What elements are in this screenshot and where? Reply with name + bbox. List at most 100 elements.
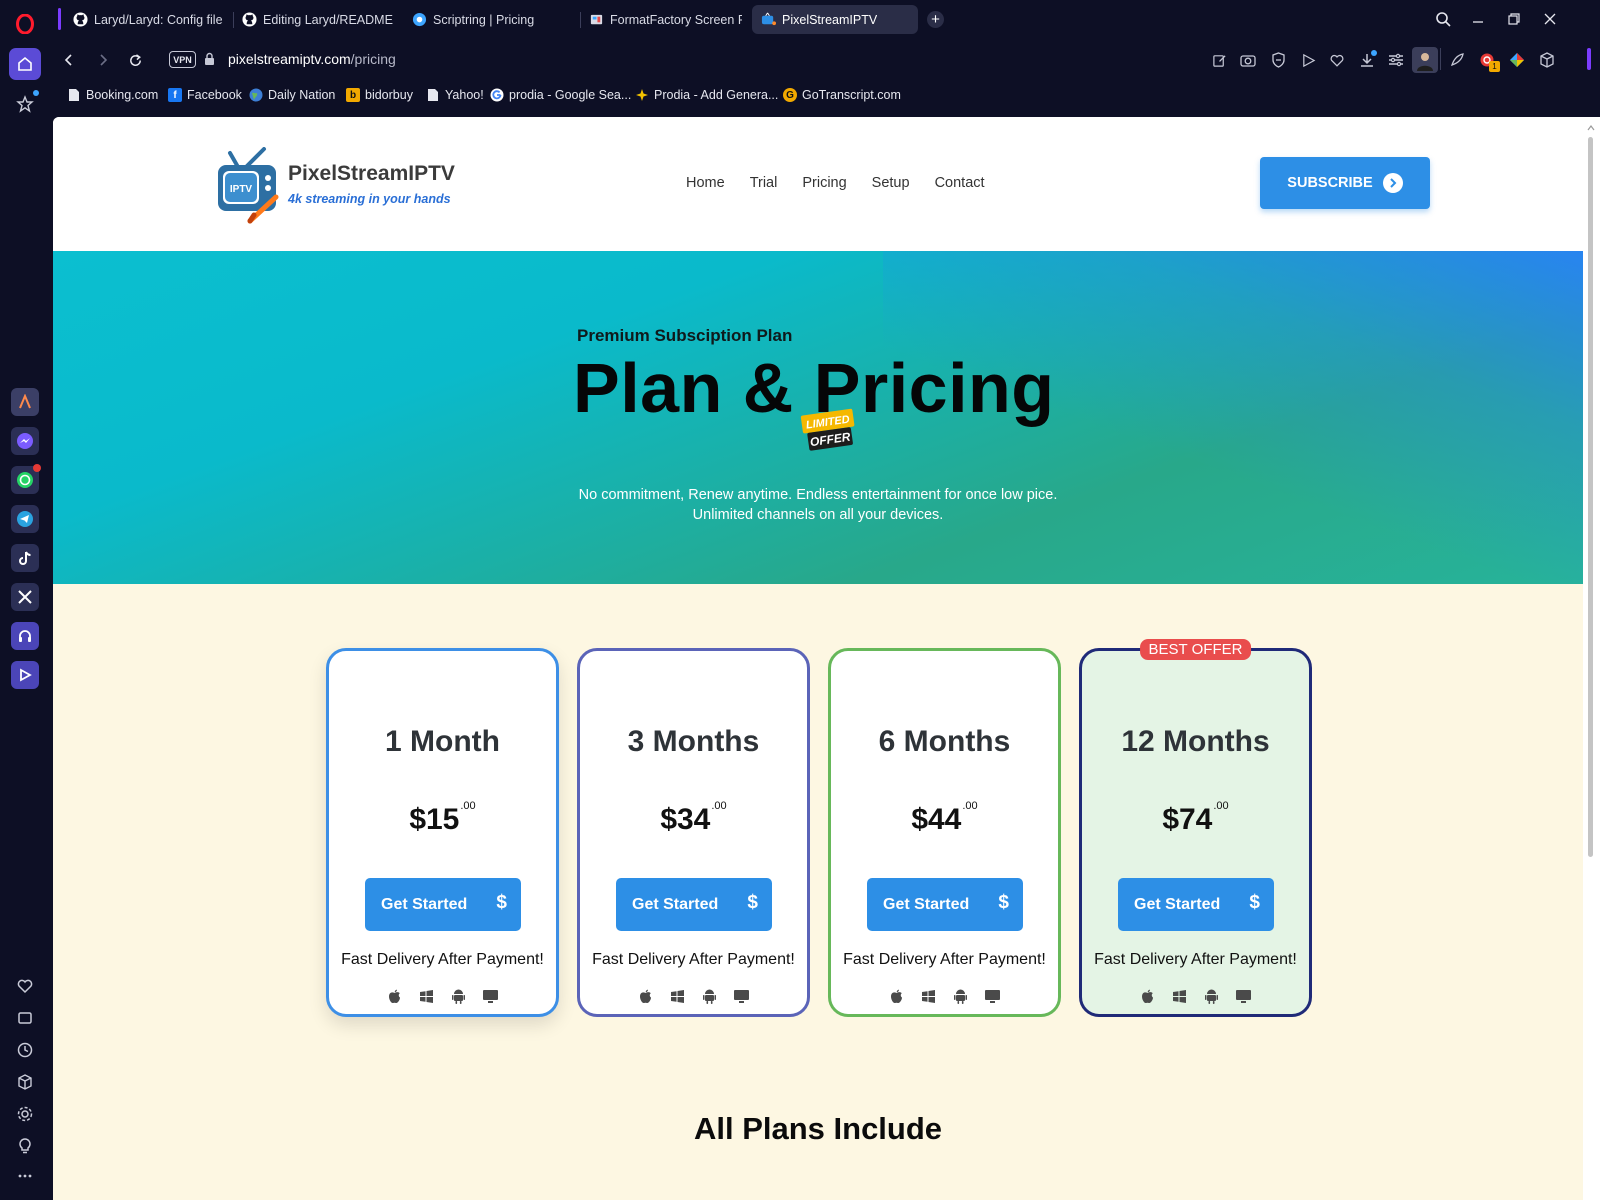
tab-editing-readme[interactable]: Editing Laryd/README.md	[233, 5, 401, 34]
all-plans-include-heading: All Plans Include	[693, 1111, 943, 1146]
bookmark-booking[interactable]: Booking.com	[67, 88, 158, 102]
flow-send-icon[interactable]	[1298, 50, 1318, 70]
bookmark-prodia-add[interactable]: Prodia - Add Genera...	[635, 88, 778, 102]
aria-ai-icon[interactable]	[11, 388, 39, 416]
bookmark-gotranscript[interactable]: G GoTranscript.com	[783, 88, 901, 102]
tabs-icon[interactable]	[9, 1002, 41, 1034]
profile-avatar[interactable]	[1412, 47, 1438, 73]
search-tabs-icon[interactable]	[1429, 6, 1457, 32]
color-picker-extension-icon[interactable]	[1507, 50, 1527, 70]
edit-icon[interactable]	[1209, 50, 1229, 70]
settings-gear-icon[interactable]	[9, 1098, 41, 1130]
page-icon	[67, 88, 81, 102]
url-field[interactable]: pixelstreamiptv.com/pricing	[228, 51, 396, 67]
home-icon[interactable]	[9, 48, 41, 80]
plan-card-12-months: BEST OFFER 12 Months $74.00 Get Started $…	[1079, 639, 1312, 1017]
lock-icon[interactable]	[204, 52, 215, 71]
red-extension-icon[interactable]: 1	[1477, 50, 1500, 72]
telegram-icon[interactable]	[11, 505, 39, 533]
chevron-right-icon	[1382, 173, 1403, 193]
tv-icon	[760, 12, 776, 28]
heart-icon[interactable]	[9, 970, 41, 1002]
bookmark-heart-icon[interactable]	[1327, 50, 1347, 70]
get-started-button[interactable]: Get Started $	[616, 878, 772, 931]
android-icon	[1203, 988, 1221, 1004]
lightbulb-icon[interactable]	[9, 1130, 41, 1162]
nav-home[interactable]: Home	[686, 175, 725, 191]
back-icon[interactable]	[56, 47, 82, 73]
page-icon	[426, 88, 440, 102]
scroll-up-arrow-icon[interactable]	[1587, 119, 1595, 131]
google-icon	[490, 88, 504, 102]
player-icon[interactable]	[11, 661, 39, 689]
minimize-icon[interactable]	[1464, 6, 1492, 32]
reload-icon[interactable]	[122, 47, 148, 73]
get-started-button[interactable]: Get Started $	[365, 878, 521, 931]
page-scrollbar[interactable]	[1583, 117, 1600, 1200]
restore-icon[interactable]	[1500, 6, 1528, 32]
x-twitter-icon[interactable]	[11, 583, 39, 611]
price-amount: $15	[409, 803, 460, 836]
get-started-button[interactable]: Get Started $	[1118, 878, 1274, 931]
download-icon[interactable]	[1357, 50, 1377, 70]
nav-pricing[interactable]: Pricing	[802, 175, 846, 191]
tab-formatfactory[interactable]: FormatFactory Screen Rec	[580, 5, 750, 34]
bookmark-label: prodia - Google Sea...	[509, 88, 632, 102]
nav-setup[interactable]: Setup	[872, 175, 910, 191]
messenger-icon[interactable]	[11, 427, 39, 455]
page-viewport: IPTV PixelStreamIPTV 4k streaming in you…	[53, 117, 1583, 1200]
tab-pixelstreamiptv[interactable]: PixelStreamIPTV	[752, 5, 918, 34]
nav-trial[interactable]: Trial	[750, 175, 778, 191]
bookmark-label: bidorbuy	[365, 88, 413, 102]
feather-extension-icon[interactable]	[1447, 50, 1467, 70]
bookmark-prodia-google[interactable]: prodia - Google Sea...	[490, 88, 631, 102]
music-player-icon[interactable]	[11, 622, 39, 650]
windows-icon	[920, 988, 938, 1004]
camera-icon[interactable]	[1238, 50, 1258, 70]
workspace-indicator	[58, 8, 61, 30]
get-started-button[interactable]: Get Started $	[867, 878, 1023, 931]
address-bar: VPN pixelstreamiptv.com/pricing 1	[50, 40, 1600, 80]
history-icon[interactable]	[9, 1034, 41, 1066]
logo-text: IPTV	[230, 184, 253, 195]
plan-price: $34.00	[580, 800, 807, 837]
hero-subtitle: No commitment, Renew anytime. Endless en…	[53, 485, 1583, 525]
tv-monitor-icon	[1235, 988, 1253, 1004]
nav-contact[interactable]: Contact	[935, 175, 985, 191]
device-icons	[580, 988, 807, 1004]
new-tab-button[interactable]: +	[927, 11, 944, 28]
tab-scriptring-pricing[interactable]: Scriptring | Pricing	[403, 5, 568, 34]
subscribe-button[interactable]: SUBSCRIBE	[1260, 157, 1430, 209]
extensions-icon[interactable]	[9, 1066, 41, 1098]
tiktok-icon[interactable]	[11, 544, 39, 572]
bookmark-daily-nation[interactable]: Daily Nation	[249, 88, 335, 102]
plan-price: $44.00	[831, 800, 1058, 837]
extensions-cube-icon[interactable]	[1537, 50, 1557, 70]
close-icon[interactable]	[1536, 6, 1564, 32]
limited-offer-badge: LIMITED OFFER	[799, 408, 859, 454]
forward-icon[interactable]	[90, 47, 116, 73]
iptv-logo[interactable]: IPTV	[216, 147, 280, 225]
price-amount: $74	[1162, 803, 1213, 836]
apple-icon	[888, 988, 906, 1004]
bookmark-yahoo[interactable]: Yahoo!	[426, 88, 484, 102]
opera-logo-icon[interactable]	[9, 8, 41, 40]
bookmark-label: GoTranscript.com	[802, 88, 901, 102]
tab-title: FormatFactory Screen Rec	[610, 12, 742, 27]
scrollbar-thumb[interactable]	[1588, 137, 1593, 857]
easy-setup-icon[interactable]	[1386, 50, 1406, 70]
bookmark-bidorbuy[interactable]: b bidorbuy	[346, 88, 413, 102]
bookmark-facebook[interactable]: f Facebook	[168, 88, 242, 102]
whatsapp-icon[interactable]	[11, 464, 41, 494]
more-options-icon[interactable]	[9, 1160, 41, 1192]
brand-name[interactable]: PixelStreamIPTV	[288, 162, 455, 186]
delivery-note: Fast Delivery After Payment!	[843, 951, 1046, 968]
bookmark-label: Yahoo!	[445, 88, 484, 102]
vpn-badge[interactable]: VPN	[169, 51, 196, 68]
formatfactory-icon	[588, 12, 604, 28]
bookmark-label: Booking.com	[86, 88, 159, 102]
tab-title: Laryd/Laryd: Config files fo	[94, 12, 223, 27]
pinboards-icon[interactable]	[9, 88, 41, 120]
adblock-shield-icon[interactable]	[1268, 50, 1288, 70]
tab-laryd-config[interactable]: Laryd/Laryd: Config files fo	[64, 5, 231, 34]
